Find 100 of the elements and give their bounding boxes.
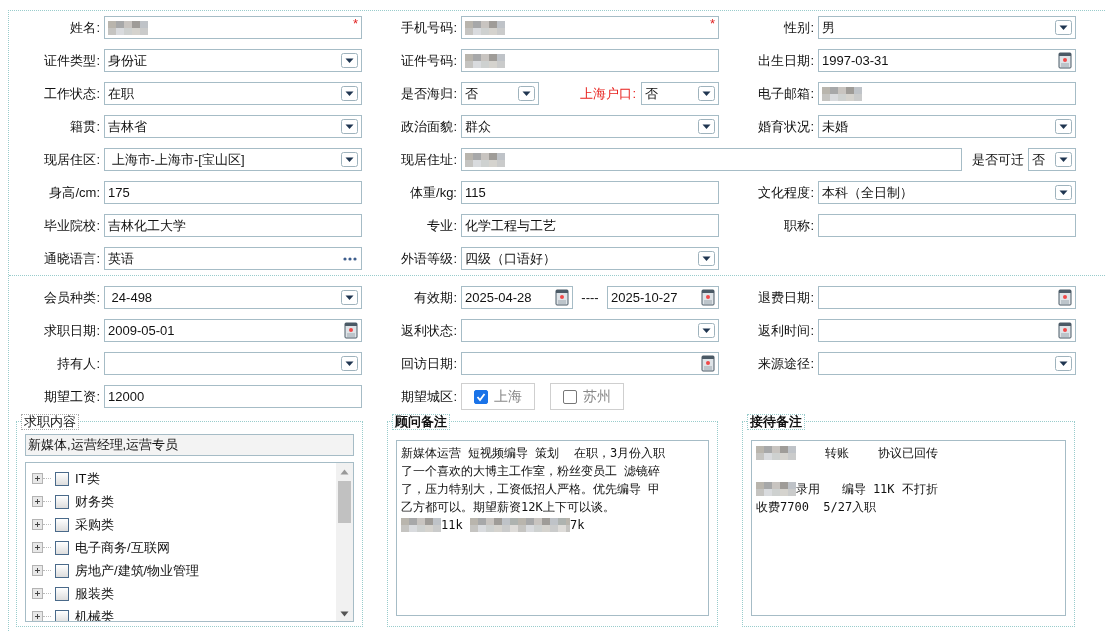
calendar-icon[interactable] [1058,52,1072,69]
select-field[interactable] [818,352,1076,375]
select-field[interactable]: 吉林省 [104,115,362,138]
panel-title: 求职内容 [21,414,79,430]
text-field[interactable]: * [461,16,719,39]
field-label: 文化程度: [757,183,815,202]
calendar-icon[interactable] [1058,322,1072,339]
date-field[interactable] [461,352,719,375]
lookup-field[interactable]: 英语 [104,247,362,270]
text-field[interactable] [818,82,1076,105]
calendar-icon[interactable] [344,322,358,339]
dropdown-icon[interactable] [341,152,358,167]
checkbox[interactable] [55,563,69,578]
calendar-icon[interactable] [555,289,569,306]
text-field[interactable]: 12000 [104,385,362,408]
expand-icon[interactable] [32,588,43,599]
dropdown-icon[interactable] [341,119,358,134]
checkbox[interactable] [55,586,69,601]
select-field[interactable]: 24-498 [104,286,362,309]
select-field[interactable]: 上海市-上海市-[宝山区] [104,148,362,171]
select-field[interactable]: 在职 [104,82,362,105]
date-field[interactable] [818,319,1076,342]
scroll-thumb[interactable] [338,481,351,523]
field-label: 工作状态: [43,84,101,103]
checkbox[interactable] [55,609,69,621]
field-label: 职称: [783,216,815,235]
dropdown-icon[interactable] [698,86,715,101]
tree-item[interactable]: 采购类 [75,515,114,534]
text-field[interactable]: * [104,16,362,39]
select-field[interactable]: 本科（全日制） [818,181,1076,204]
tree-item[interactable]: IT类 [75,469,100,488]
date-field[interactable]: 2009-05-01 [104,319,362,342]
checkbox[interactable] [55,517,69,532]
calendar-icon[interactable] [701,289,715,306]
dropdown-icon[interactable] [698,323,715,338]
scrollbar[interactable] [336,463,353,621]
field-label: 证件号码: [400,51,458,70]
dropdown-icon[interactable] [1055,185,1072,200]
select-field[interactable]: 否 [461,82,539,105]
dropdown-icon[interactable] [1055,356,1072,371]
select-field[interactable] [461,319,719,342]
note-text: 录用 编导 11K 不打折 [796,480,938,498]
calendar-icon[interactable] [701,355,715,372]
tree-item[interactable]: 服装类 [75,584,114,603]
expand-icon[interactable] [32,611,43,621]
tree-item[interactable]: 财务类 [75,492,114,511]
field-label: 身高/cm: [48,183,101,202]
dropdown-icon[interactable] [341,356,358,371]
text-field[interactable]: 115 [461,181,719,204]
notes-field[interactable]: 转账 协议已回传 录用 编导 11K 不打折 收费7700 5/27入职 [751,440,1066,616]
text-field[interactable] [818,214,1076,237]
dropdown-icon[interactable] [1055,152,1072,167]
dropdown-icon[interactable] [518,86,535,101]
checkbox[interactable] [563,389,577,404]
required-mark: * [352,16,358,31]
expand-icon[interactable] [32,473,43,484]
text-field[interactable]: 化学工程与工艺 [461,214,719,237]
text-field[interactable]: 吉林化工大学 [104,214,362,237]
tree-item[interactable]: 电子商务/互联网 [75,538,170,557]
select-field[interactable]: 未婚 [818,115,1076,138]
scroll-down-icon[interactable] [340,611,349,617]
text-field[interactable] [461,49,719,72]
select-field[interactable]: 身份证 [104,49,362,72]
tree-item[interactable]: 房地产/建筑/物业管理 [75,561,200,580]
checkbox-option[interactable]: 苏州 [550,383,624,410]
dropdown-icon[interactable] [341,290,358,305]
dropdown-icon[interactable] [1055,20,1072,35]
field-label: 现居住址: [400,150,458,169]
dropdown-icon[interactable] [341,53,358,68]
select-field[interactable]: 否 [641,82,719,105]
date-field[interactable]: 1997-03-31 [818,49,1076,72]
calendar-icon[interactable] [1058,289,1072,306]
date-field[interactable]: 2025-04-28 [461,286,573,309]
checkbox[interactable] [55,494,69,509]
expand-icon[interactable] [32,542,43,553]
dropdown-icon[interactable] [1055,119,1072,134]
date-field[interactable] [818,286,1076,309]
dropdown-icon[interactable] [698,119,715,134]
text-field[interactable]: 175 [104,181,362,204]
more-icon[interactable] [342,255,358,262]
notes-field[interactable]: 新媒体运营 短视频编导 策划 在职，3月份入职 了一个喜欢的大博主工作室，粉丝变员工 滤镜碎 了，压力特别大，工资低招人严格。优先编导 甲 乙方都可以。期望薪资12K上下可以谈。 11k 7k [396,440,709,616]
checkbox-option[interactable]: 上海 [461,383,535,410]
text-field[interactable] [461,148,962,171]
checkbox[interactable] [55,471,69,486]
expand-icon[interactable] [32,565,43,576]
field-label: 性别: [783,18,815,37]
select-field[interactable]: 四级（口语好） [461,247,719,270]
dropdown-icon[interactable] [698,251,715,266]
checkbox[interactable] [55,540,69,555]
field-label: 持有人: [56,354,101,373]
select-field[interactable] [104,352,362,375]
select-field[interactable]: 否 [1028,148,1076,171]
note-text: 乙方都可以。期望薪资12K上下可以谈。 [401,498,615,516]
panel-title: 接待备注 [747,414,805,430]
dropdown-icon[interactable] [341,86,358,101]
select-field[interactable]: 群众 [461,115,719,138]
date-field[interactable]: 2025-10-27 [607,286,719,309]
expand-icon[interactable] [32,519,43,530]
expand-icon[interactable] [32,496,43,507]
select-field[interactable]: 男 [818,16,1076,39]
